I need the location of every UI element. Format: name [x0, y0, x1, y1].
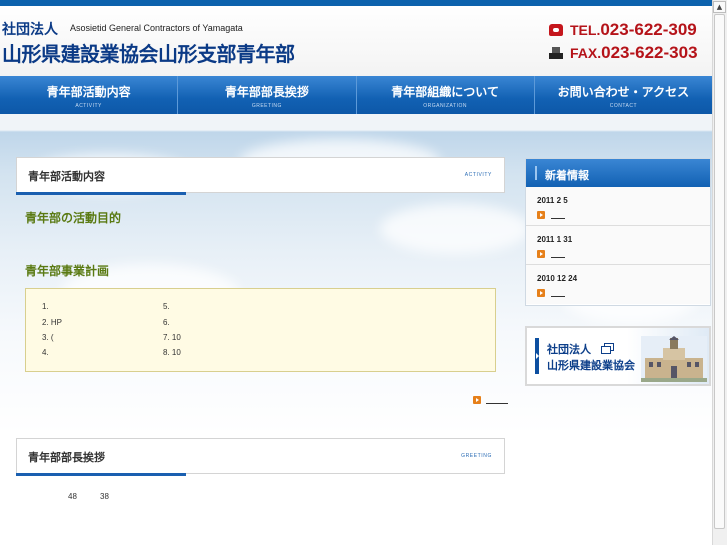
- news-item: 2011 2 5: [526, 187, 710, 226]
- plan-item: 7. 10: [163, 333, 181, 342]
- news-link[interactable]: [537, 211, 565, 219]
- nav-label: 青年部部長挨拶: [224, 85, 309, 99]
- scroll-up-icon[interactable]: ▲: [713, 1, 726, 13]
- plan-item: 3. (: [42, 333, 54, 342]
- link-underline: [551, 256, 565, 258]
- site-title[interactable]: 山形県建設業協会山形支部青年部: [2, 38, 295, 67]
- plan-item: 8. 10: [163, 348, 181, 357]
- cloud-decoration: [380, 204, 530, 254]
- greeting-number: 48: [68, 492, 77, 501]
- news-title: 新着情報: [545, 169, 589, 182]
- greeting-number: 38: [100, 492, 109, 501]
- banner-body: 社団法人 山形県建設業協会: [527, 328, 709, 384]
- phone-icon: [549, 24, 563, 36]
- news-link[interactable]: [537, 250, 565, 258]
- plan-item: 1.: [42, 302, 49, 311]
- association-banner[interactable]: 社団法人 山形県建設業協会: [525, 326, 711, 386]
- link-underline: [486, 403, 508, 404]
- nav-item-organization[interactable]: 青年部組織について ORGANIZATION: [357, 76, 535, 114]
- site-header: 社団法人 Asosietid General Contractors of Ya…: [0, 6, 712, 76]
- nav-item-activity[interactable]: 青年部活動内容 ACTIVITY: [0, 76, 179, 114]
- external-window-icon: [601, 343, 614, 354]
- plan-item: 2. HP: [42, 318, 63, 327]
- building-icon: [641, 336, 707, 382]
- tel-prefix: TEL.: [570, 22, 601, 38]
- news-date: 2010 12 24: [537, 274, 578, 283]
- nav-item-greeting[interactable]: 青年部部長挨拶 GREETING: [178, 76, 357, 114]
- plan-item: 6.: [163, 318, 170, 327]
- news-item: 2011 1 31: [526, 226, 710, 265]
- section-title: 青年部部長挨拶: [28, 451, 105, 464]
- fax-number: 023-622-303: [601, 43, 698, 62]
- nav-sublabel: GREETING: [251, 103, 282, 109]
- arrow-icon: [536, 353, 539, 359]
- tel-number: 023-622-309: [600, 20, 697, 39]
- arrow-icon: [537, 250, 545, 258]
- section-underline: [16, 192, 186, 195]
- corp-type-label: 社団法人: [2, 22, 58, 38]
- nav-label: 青年部活動内容: [46, 85, 131, 99]
- activity-more-link[interactable]: [473, 395, 508, 404]
- fax-contact: FAX. 023-622-303: [549, 43, 698, 63]
- plan-item: 5.: [163, 302, 170, 311]
- section-underline: [16, 473, 186, 476]
- news-header: 新着情報: [526, 159, 710, 187]
- section-subtitle: ACTIVITY: [464, 172, 492, 178]
- arrow-icon: [473, 395, 481, 404]
- news-date: 2011 1 31: [537, 235, 573, 244]
- news-item: 2010 12 24: [526, 265, 710, 304]
- news-panel: 新着情報 2011 2 5 2011 1 31 2010 12 24: [525, 158, 711, 306]
- scroll-thumb[interactable]: [714, 14, 725, 529]
- fax-icon: [549, 47, 563, 59]
- arrow-icon: [537, 289, 545, 297]
- purpose-heading: 青年部の活動目的: [25, 211, 122, 225]
- activity-section-header: 青年部活動内容 ACTIVITY: [16, 157, 505, 195]
- greeting-section-header: 青年部部長挨拶 GREETING: [16, 438, 505, 476]
- banner-line1: 社団法人: [547, 343, 591, 356]
- link-underline: [551, 217, 565, 219]
- vertical-scrollbar[interactable]: ▲: [712, 0, 727, 545]
- section-subtitle: GREETING: [461, 453, 492, 459]
- corp-name-english: Asosietid General Contractors of Yamagat…: [70, 23, 243, 33]
- main-nav: 青年部活動内容 ACTIVITY 青年部部長挨拶 GREETING 青年部組織に…: [0, 76, 712, 114]
- fax-prefix: FAX.: [570, 45, 602, 61]
- nav-label: 青年部組織について: [391, 85, 499, 99]
- tel-contact: TEL. 023-622-309: [549, 20, 697, 40]
- section-title: 青年部活動内容: [28, 170, 105, 183]
- news-link[interactable]: [537, 289, 565, 297]
- nav-item-contact[interactable]: お問い合わせ・アクセス CONTACT: [535, 76, 712, 114]
- news-date: 2011 2 5: [537, 196, 568, 205]
- plan-item: 4.: [42, 348, 49, 357]
- plan-heading: 青年部事業計画: [25, 264, 110, 278]
- plan-list-box: 1. 2. HP 3. ( 4. 5. 6. 7. 10 8. 10: [25, 288, 496, 372]
- link-underline: [551, 295, 565, 297]
- banner-line2: 山形県建設業協会: [547, 359, 635, 372]
- nav-sublabel: ORGANIZATION: [423, 103, 467, 109]
- nav-sublabel: ACTIVITY: [75, 103, 102, 109]
- nav-label: お問い合わせ・アクセス: [557, 85, 690, 99]
- nav-sublabel: CONTACT: [609, 103, 638, 109]
- arrow-icon: [537, 211, 545, 219]
